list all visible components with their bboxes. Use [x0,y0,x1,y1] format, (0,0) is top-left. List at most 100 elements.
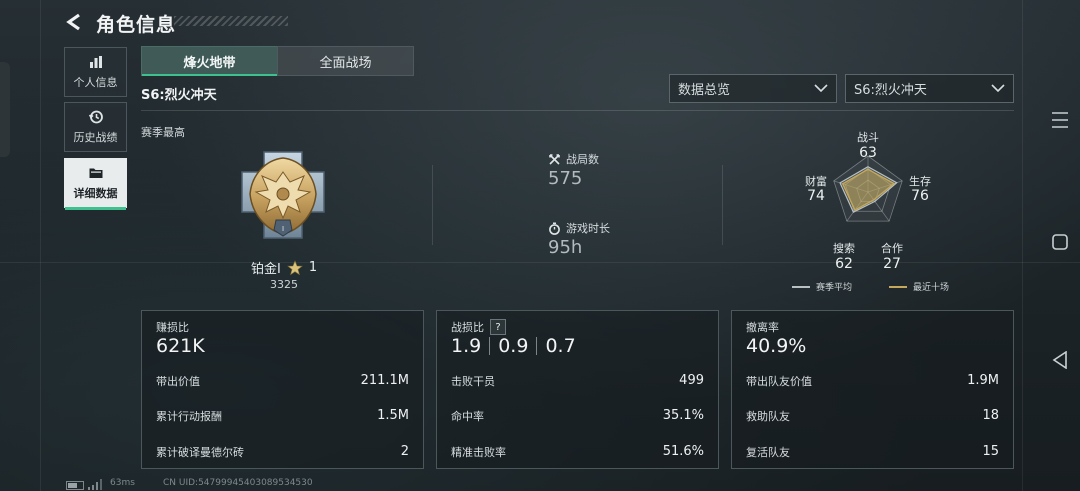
bg-gridline [1022,0,1023,491]
card-title-text: 赚损比 [156,321,189,334]
radar-axis-label: 战斗 [857,131,879,144]
radar-axis-value: 63 [859,145,877,161]
nav-label: 个人信息 [73,76,118,89]
divider [141,110,1014,111]
stat-row-label: 复活队友 [746,446,790,459]
overview-dropdown[interactable]: 数据总览 [669,74,837,103]
profit-ratio-card: 赚损比 621K 带出价值 211.1M 累计行动报酬 1.5M 累计破译曼德尔砖 2 [141,310,424,469]
tab-warzone-extraction[interactable]: 烽火地带 [141,46,278,76]
back-arrow-icon[interactable] [64,12,84,32]
stat-row-label: 精准击败率 [451,446,506,459]
legend-recent-ten: 最近十场 [889,280,949,293]
nav-label: 详细数据 [73,187,118,200]
dropdown-value: S6:烈火冲天 [854,83,927,98]
signal-icon [88,479,102,490]
stat-row-value: 1.9M [967,373,999,388]
matches-value: 575 [548,168,583,189]
stat-row: 复活队友 15 [746,444,999,460]
season-dropdown[interactable]: S6:烈火冲天 [845,74,1014,103]
uid-text: CN UID:54799945403089534530 [163,478,313,488]
legend-label: 最近十场 [913,283,950,293]
stat-row-label: 带出价值 [156,375,200,388]
matches-label-group: 战局数 [548,151,599,167]
legend-season-average: 赛季平均 [792,280,852,293]
stat-row: 命中率 35.1% [451,408,704,424]
stat-row: 带出队友价值 1.9M [746,373,999,389]
stat-row-value: 35.1% [662,408,704,423]
card-main-value: 621K [156,335,205,357]
rank-row: 铂金I 1 [251,258,317,277]
kd-value: 0.7 [545,335,576,357]
stat-row-value: 1.5M [377,408,409,423]
stat-row-label: 命中率 [451,410,484,423]
card-title: 赚损比 [156,319,189,335]
help-icon[interactable]: ? [490,319,506,335]
kd-ratio-card: 战损比 ? 1.9 0.9 0.7 击败干员 499 命中率 35.1% 精准击败率… [436,310,719,469]
history-icon [88,110,103,124]
rank-stars: 1 [308,260,318,275]
extraction-rate-card: 撤离率 40.9% 带出队友价值 1.9M 救助队友 18 复活队友 15 [731,310,1014,469]
playtime-value: 95h [548,237,583,258]
kd-values: 1.9 0.9 0.7 [451,335,584,357]
tab-full-battlefield[interactable]: 全面战场 [277,46,414,76]
stat-row-value: 211.1M [360,373,409,388]
chevron-down-icon [814,84,828,93]
bg-gridline [40,0,41,491]
card-title-text: 战损比 [451,321,484,334]
nav-label: 历史战绩 [73,131,118,144]
card-title-text: 撤离率 [746,321,779,334]
card-title: 战损比 ? [451,319,506,335]
menu-icon[interactable] [1052,111,1068,129]
crossed-swords-icon [549,153,560,165]
nav-personal-info[interactable]: 个人信息 [64,47,127,97]
stat-row-label: 救助队友 [746,410,790,423]
edge-handle[interactable] [0,62,10,157]
rank-name: 铂金I [251,262,281,277]
chevron-down-icon [991,84,1005,93]
folder-icon [89,168,102,178]
stat-row-value: 18 [982,408,999,423]
platinum-rank-medal-icon: I [241,151,325,239]
card-title: 撤离率 [746,319,779,335]
home-square-icon[interactable] [1052,234,1068,250]
page-title: 角色信息 [96,14,177,36]
stat-row-value: 15 [982,444,999,459]
stat-row: 累计行动报酬 1.5M [156,408,409,424]
dropdown-value: 数据总览 [678,83,731,98]
stopwatch-icon [549,222,560,235]
back-triangle-icon[interactable] [1052,351,1068,369]
stat-row-label: 击败干员 [451,375,495,388]
card-main-value: 40.9% [746,335,807,357]
radar-axis-label: 生存 [909,175,931,188]
matches-label: 战局数 [566,153,599,166]
title-decoration [174,16,288,26]
radar-axis-value: 74 [807,188,825,204]
svg-text:I: I [282,225,284,233]
rank-score: 3325 [270,278,298,291]
star-icon [287,259,303,275]
season-best-label: 赛季最高 [141,126,185,139]
radar-axis-label: 搜索 [833,242,855,255]
radar-axis-value: 27 [883,256,901,272]
stat-row: 击败干员 499 [451,373,704,389]
legend-label: 赛季平均 [816,283,853,293]
stat-row-label: 累计破译曼德尔砖 [156,446,244,459]
radar-axis-value: 62 [835,256,853,272]
radar-axis-label: 财富 [805,175,827,188]
playtime-label-group: 游戏时长 [548,220,610,236]
nav-history[interactable]: 历史战绩 [64,102,127,152]
stat-row-label: 累计行动报酬 [156,410,222,423]
radar-axis-value: 76 [911,188,929,204]
stat-row: 救助队友 18 [746,408,999,424]
stat-row: 精准击败率 51.6% [451,444,704,460]
section-separator [722,165,723,245]
battery-icon [66,481,84,490]
stat-row-label: 带出队友价值 [746,375,812,388]
stat-row-value: 2 [400,444,409,459]
radar-axis-label: 合作 [881,242,903,255]
legend-swatch [792,285,810,288]
nav-detailed-data[interactable]: 详细数据 [64,158,127,210]
section-separator [432,165,433,245]
bar-chart-icon [89,56,102,68]
stat-row-value: 499 [679,373,704,388]
